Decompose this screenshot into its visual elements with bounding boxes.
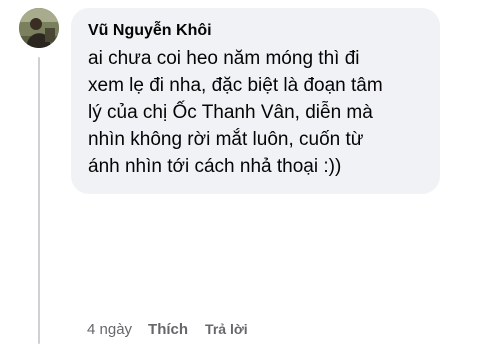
comment-author[interactable]: Vũ Nguyễn Khôi bbox=[88, 21, 424, 41]
comment-text: ai chưa coi heo năm móng thì đi xem lẹ đ… bbox=[88, 48, 383, 177]
like-button[interactable]: Thích bbox=[148, 321, 188, 338]
reply-button[interactable]: Trả lời bbox=[205, 321, 248, 337]
profile-photo bbox=[19, 8, 59, 48]
reply-thread-line bbox=[38, 57, 40, 344]
comment-timestamp[interactable]: 4 ngày bbox=[87, 321, 132, 338]
avatar[interactable] bbox=[19, 8, 59, 48]
comment-bubble: Vũ Nguyễn Khôi ai chưa coi heo năm móng … bbox=[71, 8, 440, 194]
comment-actions: 4 ngày Thích Trả lời bbox=[87, 318, 248, 340]
